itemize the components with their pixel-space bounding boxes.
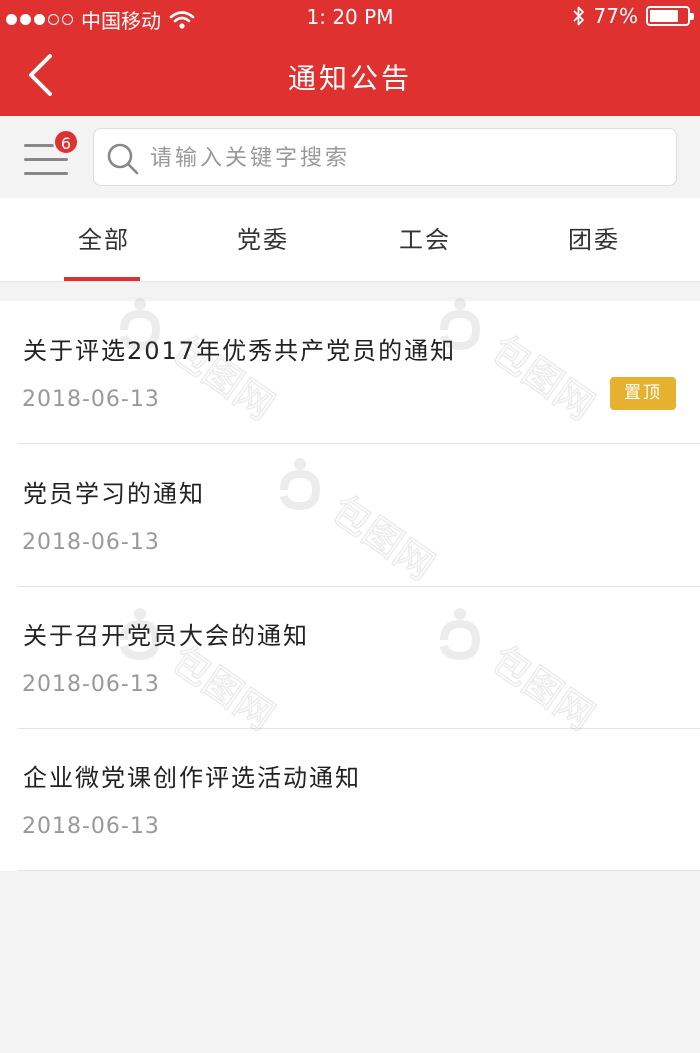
notice-title: 党员学习的通知 [23,480,205,508]
category-tabs: 全部 党委 工会 团委 [0,198,700,282]
pinned-badge: 置顶 [610,377,676,410]
notice-date: 2018-06-13 [22,530,160,555]
notice-title: 企业微党课创作评选活动通知 [23,764,361,792]
notice-list: 关于评选2017年优秀共产党员的通知 2018-06-13 置顶 党员学习的通知… [0,301,700,871]
battery-icon [646,6,694,26]
nav-bar: 通知公告 [0,34,700,116]
search-input[interactable] [150,139,650,177]
tab-labor-union[interactable]: 工会 [365,198,485,282]
status-bar: 中国移动 1: 20 PM 77% [0,0,700,34]
list-item[interactable]: 企业微党课创作评选活动通知 2018-06-13 [0,728,700,871]
notice-title: 关于评选2017年优秀共产党员的通知 [23,337,457,365]
notice-date: 2018-06-13 [22,814,160,839]
search-icon [107,143,139,175]
tab-party-committee[interactable]: 党委 [203,198,323,282]
search-box[interactable] [93,128,677,186]
list-item[interactable]: 关于评选2017年优秀共产党员的通知 2018-06-13 置顶 [0,301,700,444]
bluetooth-icon [572,6,584,26]
battery-percent: 77% [593,4,638,28]
notice-date: 2018-06-13 [22,387,160,412]
divider [18,870,700,871]
active-tab-indicator [64,277,140,281]
status-right: 77% [572,4,694,28]
search-row: 6 [0,116,700,198]
page-title: 通知公告 [287,62,412,95]
notification-badge: 6 [53,129,79,155]
notice-date: 2018-06-13 [22,672,160,697]
list-item[interactable]: 党员学习的通知 2018-06-13 [0,444,700,587]
tab-all[interactable]: 全部 [44,198,164,282]
tab-youth-league[interactable]: 团委 [534,198,654,282]
notice-title: 关于召开党员大会的通知 [23,622,309,650]
list-item[interactable]: 关于召开党员大会的通知 2018-06-13 [0,586,700,729]
